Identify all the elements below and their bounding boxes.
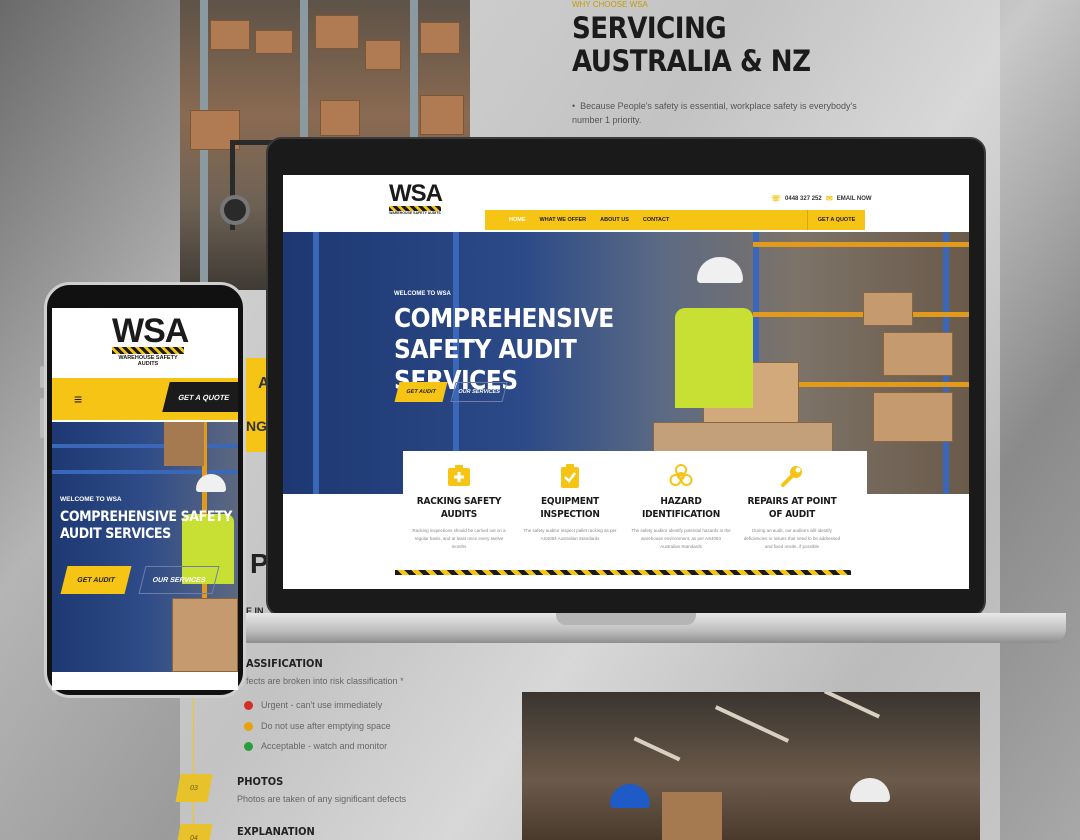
step-number-badge: 03 xyxy=(175,774,213,802)
service-card[interactable]: HAZARD IDENTIFICATION The safety auditor… xyxy=(631,463,731,551)
services-card: RACKING SAFETY AUDITS Racking inspection… xyxy=(403,451,867,571)
step-title: EXPLANATION xyxy=(237,825,315,838)
mobile-get-quote-button[interactable]: GET A QUOTE xyxy=(162,382,238,412)
desktop-header: WSA WAREHOUSE SAFETY AUDITS ☏ 0448 327 2… xyxy=(283,175,969,232)
biohazard-icon xyxy=(668,463,694,489)
service-card[interactable]: EQUIPMENT INSPECTION The safety auditor … xyxy=(520,463,620,543)
hard-hat xyxy=(697,257,743,283)
mobile-hero-welcome: WELCOME TO WSA xyxy=(60,496,122,503)
legend-item: Urgent - can't use immediately xyxy=(244,700,382,710)
mobile-logo[interactable]: WSA WAREHOUSE SAFETY AUDITS xyxy=(112,314,189,367)
background-workers-image xyxy=(522,692,980,840)
step-title: PHOTOS xyxy=(237,775,284,788)
mobile-our-services-button[interactable]: OUR SERVICES xyxy=(138,566,220,594)
laptop-trackpad-notch xyxy=(556,613,696,625)
hard-hat xyxy=(196,474,226,492)
background-bullet: • Because People's safety is essential, … xyxy=(572,101,857,125)
mobile-hero-title: COMPREHENSIVE SAFETY AUDIT SERVICES xyxy=(60,509,232,542)
mobile-website: WSA WAREHOUSE SAFETY AUDITS ≡ GET A QUOT… xyxy=(52,308,238,690)
service-card[interactable]: RACKING SAFETY AUDITS Racking inspection… xyxy=(409,463,509,551)
first-aid-icon xyxy=(446,463,472,489)
hamburger-icon[interactable]: ≡ xyxy=(74,392,82,406)
red-dot-icon xyxy=(244,700,253,710)
get-quote-button[interactable]: GET A QUOTE xyxy=(807,210,865,230)
phone-contact[interactable]: ☏ 0448 327 252 xyxy=(771,194,822,203)
our-services-button[interactable]: OUR SERVICES xyxy=(450,382,508,402)
desktop-website: WSA WAREHOUSE SAFETY AUDITS ☏ 0448 327 2… xyxy=(283,175,969,589)
classification-title: ASSIFICATION xyxy=(246,657,323,670)
phone-notch xyxy=(84,285,206,305)
phone-icon: ☏ xyxy=(771,194,782,203)
wrench-icon xyxy=(779,463,805,489)
background-eyebrow: WHY CHOOSE WSA xyxy=(572,0,648,9)
envelope-icon: ✉ xyxy=(826,194,833,203)
classification-subtitle: fects are broken into risk classificatio… xyxy=(246,676,404,686)
green-dot-icon xyxy=(244,741,253,751)
timeline-line xyxy=(193,690,194,840)
nav-what-we-offer[interactable]: WHAT WE OFFER xyxy=(540,217,587,223)
nav-about-us[interactable]: ABOUT US xyxy=(600,217,629,223)
nav-home[interactable]: HOME xyxy=(509,217,526,223)
legend-item: Do not use after emptying space xyxy=(244,721,391,731)
step-subtitle: Photos are taken of any significant defe… xyxy=(237,794,407,804)
email-contact[interactable]: ✉ EMAIL NOW xyxy=(826,194,872,203)
hero-welcome: WELCOME TO WSA xyxy=(394,291,451,297)
mobile-hero: WELCOME TO WSA COMPREHENSIVE SAFETY AUDI… xyxy=(52,422,238,672)
step-number-badge: 04 xyxy=(175,824,213,840)
orange-dot-icon xyxy=(244,721,253,731)
service-card[interactable]: REPAIRS AT POINT OF AUDIT During an audi… xyxy=(742,463,842,551)
legend-item: Acceptable - watch and monitor xyxy=(244,741,387,751)
clipboard-check-icon xyxy=(557,463,583,489)
background-fragment: NG xyxy=(246,418,267,434)
background-accent-strip xyxy=(246,358,268,452)
get-audit-button[interactable]: GET AUDIT xyxy=(394,382,448,402)
nav-contact[interactable]: CONTACT xyxy=(643,217,669,223)
hazard-stripe-divider xyxy=(395,570,851,575)
desktop-logo[interactable]: WSA WAREHOUSE SAFETY AUDITS xyxy=(389,182,443,215)
background-heading: SERVICING AUSTRALIA & NZ xyxy=(572,11,811,78)
mobile-get-audit-button[interactable]: GET AUDIT xyxy=(60,566,132,594)
